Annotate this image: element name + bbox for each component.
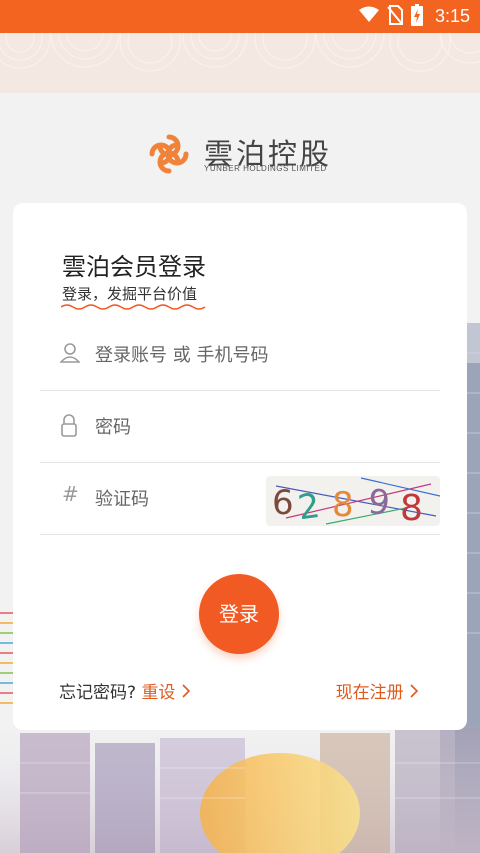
captcha-image[interactable]: 6 2 8 9 8 [266,476,441,529]
hash-icon: # [62,482,79,506]
chevron-right-icon [410,684,419,698]
captcha-char: 2 [295,486,322,526]
lock-icon [60,414,82,438]
login-card: 雲泊会员登录 登录，发掘平台价值 # [13,203,467,730]
account-field [40,318,440,391]
brand-mark-icon [149,134,189,174]
account-input[interactable] [93,338,397,372]
forgot-password-row: 忘记密码? 重设 [59,678,191,703]
captcha-input[interactable] [93,482,247,516]
captcha-char: 9 [366,482,392,524]
status-time: 3:15 [434,6,470,26]
captcha-char: 6 [272,483,294,523]
captcha-char: 8 [400,488,423,526]
captcha-field: # 6 2 8 9 8 [40,462,441,535]
forgot-password-label: 忘记密码? [59,683,137,703]
login-button[interactable]: 登录 [199,574,279,654]
brand-name-en: YUNBER HOLDINGS LIMITED [204,164,327,173]
subtitle-underline-wave [61,304,206,310]
login-subtitle: 登录，发掘平台价值 [62,285,198,303]
captcha-char: 8 [332,485,354,525]
user-icon [59,342,82,366]
wifi-icon [358,6,379,27]
password-input[interactable] [93,410,297,444]
register-label: 现在注册 [335,683,404,703]
login-title: 雲泊会员登录 [62,253,206,281]
status-bar: 3:15 [0,0,480,33]
reset-password-link[interactable]: 重设 [141,683,190,703]
chevron-right-icon [182,684,190,698]
register-link[interactable]: 现在注册 [336,678,419,703]
brand-logo: 雲泊控股 YUNBER HOLDINGS LIMITED [146,129,336,177]
no-sim-icon [387,4,403,29]
password-field [40,390,440,463]
battery-charging-icon [410,3,423,30]
reset-label: 重设 [141,683,176,703]
